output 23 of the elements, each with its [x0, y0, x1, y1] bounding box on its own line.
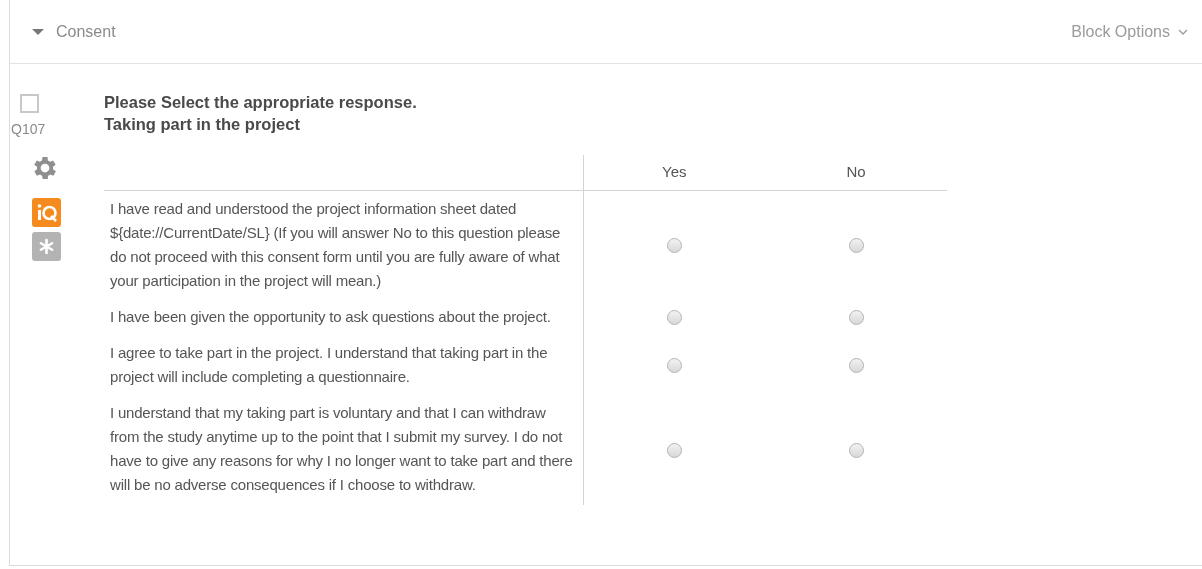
- statement-text: I have been given the opportunity to ask questions about the project.: [110, 306, 552, 327]
- radio-button[interactable]: [848, 309, 864, 325]
- block-options-button[interactable]: Block Options: [1071, 19, 1188, 44]
- radio-button[interactable]: [666, 309, 682, 325]
- radio-button[interactable]: [666, 357, 682, 373]
- radio-button[interactable]: [666, 442, 682, 458]
- caret-icon: [32, 27, 44, 36]
- asterisk-icon[interactable]: [32, 232, 61, 261]
- question-number: Q107: [11, 120, 46, 139]
- radio-button[interactable]: [848, 237, 864, 253]
- iq-badge-icon[interactable]: [32, 198, 61, 227]
- statement-text: I understand that my taking part is voluntary and that I can withdraw from the study anytime up to the point that I submit my survey. I do not have to give any reasons for why I no longer want to take part and there will be no adverse consequences if I choose to withdraw.: [110, 402, 574, 495]
- question-title: Please Select the appropriate response. Taking part in the project: [104, 92, 418, 135]
- statement-text: I agree to take part in the project. I understand that taking part in the project will include completing a questionnaire.: [110, 342, 549, 387]
- checkbox[interactable]: [20, 94, 39, 113]
- statement-text: I have read and understood the project information sheet dated ${date://CurrentDate/SL} (If you will answer No to this question please do not proceed with this consent form until you are fully aware of what your participation in the project will mean.): [110, 198, 562, 291]
- column-header: Yes: [662, 163, 687, 180]
- radio-button[interactable]: [848, 442, 864, 458]
- chevron-down-icon: [1178, 28, 1188, 35]
- radio-button[interactable]: [848, 357, 864, 373]
- radio-button[interactable]: [666, 237, 682, 253]
- column-header: No: [846, 163, 866, 180]
- block-toggle[interactable]: Consent: [32, 19, 116, 44]
